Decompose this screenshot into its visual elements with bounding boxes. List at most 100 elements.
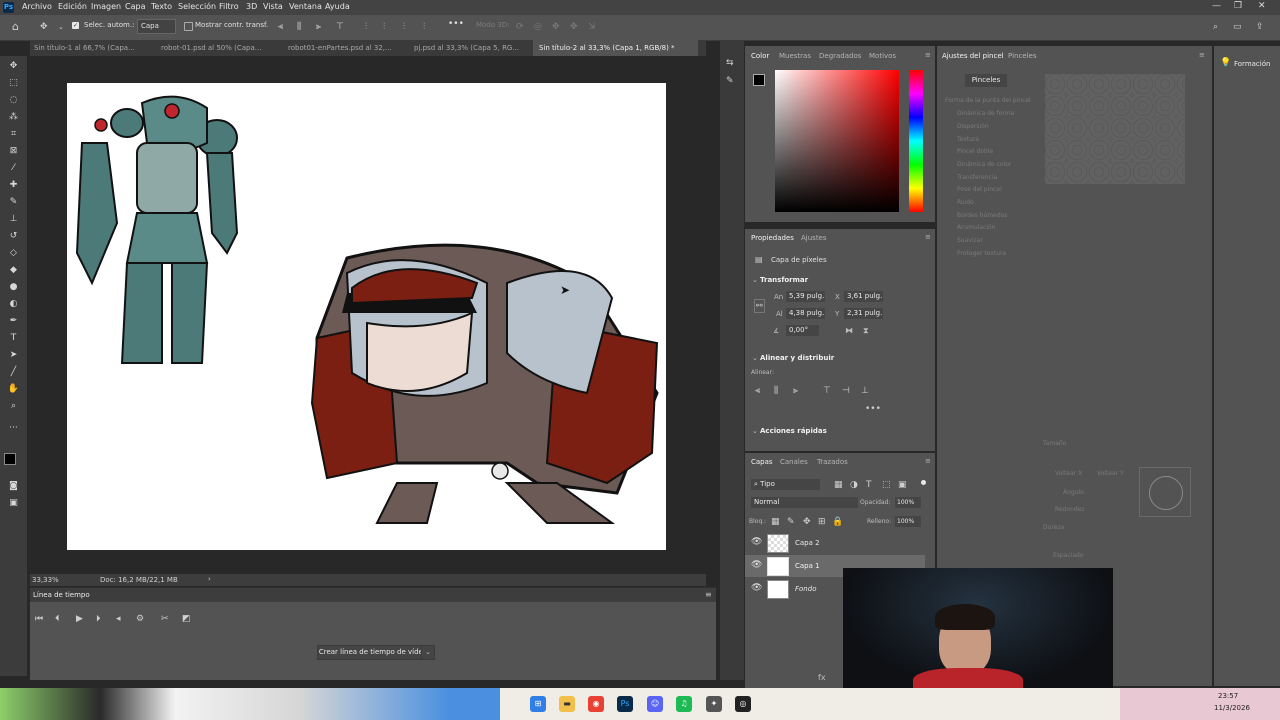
menu-capa[interactable]: Capa <box>125 2 145 11</box>
fx-icon[interactable]: fx <box>818 673 826 682</box>
next-frame-icon[interactable]: ⏵ <box>96 614 101 624</box>
play-icon[interactable]: ▶ <box>76 614 83 624</box>
filter-smart-object-icon[interactable]: ▣ <box>898 480 907 490</box>
app-icon[interactable]: ✦ <box>706 696 722 712</box>
lasso-tool-icon[interactable]: ◌ <box>7 94 20 107</box>
quick-actions-title[interactable]: Acciones rápidas <box>760 427 827 435</box>
windows-start-icon[interactable]: ⊞ <box>530 696 546 712</box>
panel-menu-icon[interactable]: ≡ <box>1199 51 1205 59</box>
chevron-down-icon[interactable]: ⌄ <box>752 354 758 362</box>
tab-document-active[interactable]: Sin título-2 al 33,3% (Capa 1, RGB/8) * <box>533 40 698 56</box>
brush-option[interactable]: Dinámica de forma <box>957 110 1014 117</box>
opacity-input[interactable]: 100% <box>895 497 921 508</box>
chevron-down-icon[interactable]: ⌄ <box>752 276 758 284</box>
menu-ayuda[interactable]: Ayuda <box>325 2 350 11</box>
lock-all-icon[interactable]: 🔒 <box>832 517 843 527</box>
distribute-icon[interactable]: ⫶ <box>365 22 367 32</box>
lock-transparent-icon[interactable]: ▦ <box>771 517 780 527</box>
healing-brush-icon[interactable]: ✚ <box>7 179 20 192</box>
file-explorer-icon[interactable]: ▬ <box>559 696 575 712</box>
panel-menu-icon[interactable]: ≡ <box>925 51 931 59</box>
tab-properties[interactable]: Propiedades <box>751 234 794 242</box>
paint-bucket-icon[interactable]: ◆ <box>7 264 20 277</box>
quick-mask-icon[interactable]: ◙ <box>7 480 20 493</box>
brush-option[interactable]: Pincel doble <box>957 148 993 155</box>
split-icon[interactable]: ✂ <box>161 614 169 624</box>
marquee-tool-icon[interactable]: ⬚ <box>7 77 20 90</box>
chevron-down-icon[interactable]: ⌄ <box>421 645 435 660</box>
eye-icon[interactable]: 👁 <box>751 560 762 570</box>
filter-toggle-icon[interactable] <box>921 480 926 485</box>
show-transform-checkbox[interactable] <box>184 22 193 31</box>
fill-input[interactable]: 100% <box>895 516 921 527</box>
menu-ventana[interactable]: Ventana <box>289 2 322 11</box>
distribute-center-icon[interactable]: ⫶ <box>383 22 385 32</box>
search-icon[interactable]: ⌕ <box>1213 22 1218 32</box>
menu-vista[interactable]: Vista <box>263 2 283 11</box>
link-icon[interactable]: ⚯ <box>754 299 765 313</box>
tab-paths[interactable]: Trazados <box>817 458 848 466</box>
flip-vertical-icon[interactable]: ⧗ <box>863 326 869 336</box>
brush-option[interactable]: Suavizar <box>957 237 983 244</box>
align-left-icon[interactable]: ⫷ <box>755 386 760 396</box>
screen-mode-icon[interactable]: ▣ <box>7 497 20 510</box>
chevron-down-icon[interactable]: ⌄ <box>752 427 758 435</box>
hand-tool-icon[interactable]: ✋ <box>7 383 20 396</box>
menu-edicion[interactable]: Edición <box>58 2 87 11</box>
blend-mode-dropdown[interactable]: Normal <box>751 497 858 508</box>
distribute-right-icon[interactable]: ⫶ <box>403 22 405 32</box>
filter-shape-icon[interactable]: ⬚ <box>882 480 891 490</box>
minimize-icon[interactable]: — <box>1212 1 1221 11</box>
filter-type-icon[interactable]: T <box>866 480 872 490</box>
clock-date[interactable]: 11/3/2026 <box>1214 704 1250 712</box>
menu-3d[interactable]: 3D <box>246 2 257 11</box>
menu-archivo[interactable]: Archivo <box>22 2 52 11</box>
lock-artboard-icon[interactable]: ⊞ <box>818 517 826 527</box>
transform-section-title[interactable]: Transformar <box>760 276 808 284</box>
tab-channels[interactable]: Canales <box>780 458 808 466</box>
align-left-icon[interactable]: ⫷ <box>278 22 283 32</box>
color-picker-field[interactable] <box>775 70 899 212</box>
height-input[interactable]: 4,38 pulg. <box>786 308 825 319</box>
first-frame-icon[interactable]: ⏮ <box>35 614 43 624</box>
flip-x-checkbox[interactable]: Voltear X <box>1055 470 1082 477</box>
eye-icon[interactable]: 👁 <box>751 583 762 593</box>
layer-name[interactable]: Capa 2 <box>795 539 820 547</box>
brush-tool-icon[interactable]: ✎ <box>7 196 20 209</box>
zoom-tool-icon[interactable]: ⌕ <box>7 400 20 413</box>
tab-document-3[interactable]: robot01-enPartes.psd al 32,... <box>288 40 413 56</box>
tab-brush-settings[interactable]: Ajustes del pincel <box>942 52 1004 60</box>
tab-brushes[interactable]: Pinceles <box>1008 52 1037 60</box>
more-options-icon[interactable]: ••• <box>448 19 464 29</box>
filter-pixel-icon[interactable]: ▦ <box>834 480 843 490</box>
auto-select-checkbox[interactable]: ✓ <box>72 22 79 29</box>
tab-patterns[interactable]: Motivos <box>869 52 896 60</box>
align-center-icon[interactable]: ⫼ <box>774 386 778 396</box>
learn-title[interactable]: Formación <box>1234 60 1270 68</box>
chevron-down-icon[interactable]: ⌄ <box>58 22 64 32</box>
auto-select-dropdown[interactable]: Capa <box>137 19 176 34</box>
crop-tool-icon[interactable]: ⌗ <box>7 128 20 141</box>
menu-imagen[interactable]: Imagen <box>91 2 121 11</box>
move-tool-icon[interactable]: ✥ <box>40 22 48 32</box>
lock-pixels-icon[interactable]: ✎ <box>787 517 795 527</box>
line-tool-icon[interactable]: ╱ <box>7 366 20 379</box>
brushes-button[interactable]: Pinceles <box>965 74 1007 87</box>
flip-horizontal-icon[interactable]: ⧓ <box>845 326 853 335</box>
align-bottom-icon[interactable]: ⊥ <box>861 386 869 396</box>
prev-frame-icon[interactable]: ⏴ <box>55 614 60 624</box>
menu-filtro[interactable]: Filtro <box>219 2 239 11</box>
move-tool-icon[interactable]: ✥ <box>7 60 20 73</box>
layer-filter-dropdown[interactable]: ⌕ Tipo <box>751 479 820 490</box>
eye-icon[interactable]: 👁 <box>751 537 762 547</box>
lock-position-icon[interactable]: ✥ <box>803 517 811 527</box>
type-tool-icon[interactable]: T <box>7 332 20 345</box>
panel-menu-icon[interactable]: ≡ <box>925 233 931 241</box>
close-icon[interactable]: ✕ <box>1258 1 1266 11</box>
layer-row[interactable]: 👁 Capa 2 <box>745 532 925 554</box>
document-canvas[interactable] <box>67 83 666 550</box>
menu-texto[interactable]: Texto <box>151 2 172 11</box>
y-input[interactable]: 2,31 pulg. <box>844 308 883 319</box>
more-tools-icon[interactable]: ··· <box>7 422 20 435</box>
panel-menu-icon[interactable]: ≡ <box>705 590 712 599</box>
